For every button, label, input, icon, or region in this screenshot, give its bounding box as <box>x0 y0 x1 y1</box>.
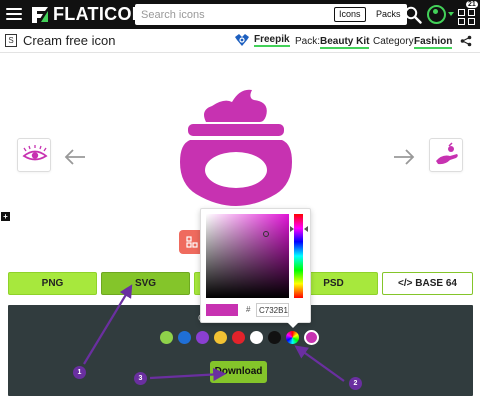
swatch-green[interactable] <box>160 331 173 344</box>
search-bar: Icons Packs <box>135 4 407 25</box>
menu-icon[interactable] <box>6 8 22 21</box>
annotation-number-3: 3 <box>134 372 147 385</box>
brand-name: FLATICON <box>53 4 146 24</box>
swatch-black[interactable] <box>268 331 281 344</box>
selected-color-preview <box>206 304 238 316</box>
top-navbar: FLATICON Icons Packs 21 <box>0 0 480 29</box>
hex-color-input[interactable] <box>256 303 289 317</box>
page: FLATICON Icons Packs 21 S Cream free ico… <box>0 0 480 403</box>
pack-label: Pack: <box>295 36 321 47</box>
arrow-left-icon[interactable] <box>64 149 86 165</box>
hue-handle-right[interactable] <box>304 226 308 232</box>
picker-caret <box>287 322 299 328</box>
icon-type-badge: S <box>5 34 17 47</box>
swatch-purple[interactable] <box>196 331 209 344</box>
saturation-value-area[interactable] <box>206 214 289 298</box>
previous-icon-thumbnail[interactable] <box>17 138 51 172</box>
search-input[interactable] <box>135 4 325 25</box>
arrow-right-icon[interactable] <box>393 149 415 165</box>
saturation-handle[interactable] <box>263 231 269 237</box>
hex-prefix: # <box>246 305 251 314</box>
swatch-blue[interactable] <box>178 331 191 344</box>
category-link[interactable]: Fashion <box>414 36 453 49</box>
icon-detail-header: S Cream free icon Freepik Pack: Beauty K… <box>0 29 480 53</box>
annotation-number-2: 2 <box>349 377 362 390</box>
page-title: Cream free icon <box>23 33 116 48</box>
author-link[interactable]: Freepik <box>234 33 290 47</box>
pack-link[interactable]: Beauty Kit <box>320 36 370 49</box>
notification-badge: 21 <box>466 1 478 8</box>
format-base64-button[interactable]: </> BASE 64 <box>382 272 473 295</box>
add-to-collection-button[interactable]: + <box>1 212 10 221</box>
swatch-white[interactable] <box>250 331 263 344</box>
flaticon-logo-mark-icon <box>32 6 48 23</box>
user-account-icon[interactable] <box>427 5 446 24</box>
annotation-number-1: 1 <box>73 366 86 379</box>
category-label: Category: <box>373 36 417 47</box>
eye-makeup-icon <box>22 145 48 161</box>
swatch-yellow[interactable] <box>214 331 227 344</box>
search-icon[interactable] <box>404 6 422 24</box>
format-svg-button[interactable]: SVG <box>101 272 190 295</box>
swatch-red[interactable] <box>232 331 245 344</box>
custom-color-swatch[interactable] <box>286 331 299 344</box>
share-icon[interactable] <box>460 35 472 47</box>
cream-jar-icon <box>180 89 292 206</box>
hue-handle-left[interactable] <box>290 226 294 232</box>
download-button[interactable]: Download <box>210 361 267 383</box>
next-icon-thumbnail[interactable] <box>429 138 463 172</box>
format-png-button[interactable]: PNG <box>8 272 97 295</box>
author-name[interactable]: Freepik <box>254 34 290 47</box>
flaticon-logo[interactable]: FLATICON <box>30 4 145 25</box>
hand-cream-icon <box>436 142 458 165</box>
swatch-selected-magenta[interactable] <box>304 330 319 345</box>
chevron-down-icon[interactable] <box>448 12 454 16</box>
hue-slider[interactable] <box>294 214 303 298</box>
freepik-avatar-icon <box>235 34 249 46</box>
search-type-icons[interactable]: Icons <box>334 7 366 22</box>
search-type-packs[interactable]: Packs <box>371 7 406 22</box>
